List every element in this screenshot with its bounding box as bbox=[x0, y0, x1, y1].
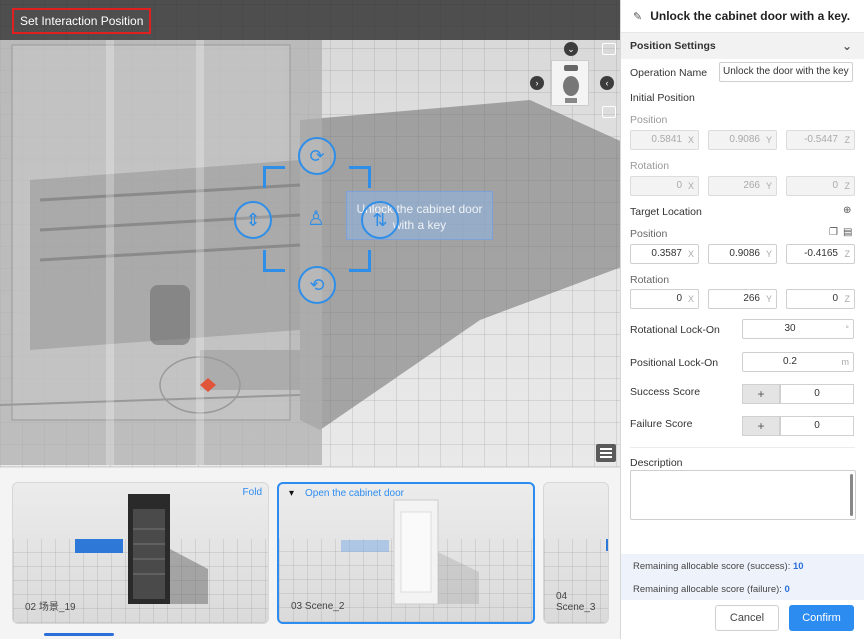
operation-name-label: Operation Name bbox=[630, 67, 708, 79]
cancel-button[interactable]: Cancel bbox=[715, 605, 779, 631]
card-label-tag bbox=[606, 539, 608, 551]
head-icon bbox=[563, 65, 579, 103]
section-title: Position Settings bbox=[630, 40, 716, 52]
initial-position-x: 0.5841 X bbox=[630, 130, 699, 150]
scene-card-active[interactable]: ▾ Open the cabinet door 03 Scene_2 bbox=[277, 482, 535, 624]
scene-card[interactable]: 04 Scene_3 bbox=[543, 482, 609, 624]
center-hand-icon[interactable]: ♙ bbox=[307, 206, 325, 231]
cabinet-model bbox=[0, 40, 322, 465]
positional-lock-input[interactable]: 0.2 m bbox=[742, 352, 854, 372]
description-label: Description bbox=[630, 457, 683, 469]
caret-down-icon[interactable]: ▾ bbox=[289, 488, 294, 499]
scrollbar[interactable] bbox=[850, 474, 853, 516]
chevron-right-icon[interactable]: › bbox=[530, 76, 544, 90]
chevron-left-icon[interactable]: ‹ bbox=[600, 76, 614, 90]
copy-icon[interactable]: ❐ bbox=[829, 227, 838, 238]
initial-position-sub-label: Position bbox=[630, 114, 668, 126]
rotational-lock-label: Rotational Lock-On bbox=[630, 324, 720, 336]
target-icon[interactable]: ⊕ bbox=[843, 205, 851, 216]
avatar-preview[interactable] bbox=[551, 60, 589, 106]
strip-scrollbar[interactable] bbox=[44, 633, 114, 636]
target-position-label: Position bbox=[630, 228, 668, 240]
list-icon[interactable] bbox=[596, 444, 616, 462]
target-rotation-z[interactable]: 0Z bbox=[786, 289, 855, 309]
rotational-lock-input[interactable]: 30 ° bbox=[742, 319, 854, 339]
scene-card[interactable]: Fold 02 场景_19 bbox=[12, 482, 269, 624]
gizmo-bracket-br bbox=[349, 250, 371, 272]
success-score-label: Success Score bbox=[630, 386, 701, 398]
remaining-failure-row: Remaining allocable score (failure): 0 bbox=[633, 584, 790, 595]
card-label-tag bbox=[75, 539, 123, 553]
gizmo-bracket-tl bbox=[263, 166, 285, 188]
target-position-z[interactable]: -0.4165 Z bbox=[786, 244, 855, 264]
viewport-title: Set Interaction Position bbox=[12, 8, 152, 34]
scene-caption: 02 场景_19 bbox=[25, 602, 76, 613]
rotate-handle[interactable]: ⟳ bbox=[298, 137, 336, 175]
chevron-down-icon[interactable]: ⌄ bbox=[564, 42, 578, 56]
grid-icon[interactable] bbox=[602, 106, 616, 118]
paste-icon[interactable]: ▤ bbox=[843, 227, 852, 238]
gizmo-bracket-bl bbox=[263, 250, 285, 272]
chevron-down-icon[interactable]: ⌄ bbox=[842, 39, 852, 53]
viewport-topbar: Set Interaction Position bbox=[0, 0, 620, 40]
fold-button[interactable]: Fold bbox=[243, 487, 262, 498]
initial-rotation-x: 0X bbox=[630, 176, 699, 196]
section-position-settings[interactable]: Position Settings ⌄ bbox=[621, 33, 864, 59]
divider bbox=[630, 447, 855, 448]
target-rotation-label: Rotation bbox=[630, 274, 670, 286]
success-score-plus-button[interactable]: + bbox=[742, 384, 780, 404]
panel-title: Unlock the cabinet door with a key. bbox=[650, 9, 851, 23]
initial-position-y: 0.9086 Y bbox=[708, 130, 777, 150]
failure-score-input[interactable]: 0 bbox=[780, 416, 854, 436]
failure-score-label: Failure Score bbox=[630, 418, 693, 430]
vertical-handle[interactable]: ⇕ bbox=[234, 201, 272, 239]
target-icon[interactable] bbox=[602, 43, 616, 55]
description-textarea[interactable] bbox=[630, 470, 856, 520]
target-position-x[interactable]: 0.3587 X bbox=[630, 244, 699, 264]
target-location-label: Target Location bbox=[630, 206, 702, 218]
positional-lock-label: Positional Lock-On bbox=[630, 357, 719, 369]
initial-rotation-z: 0Z bbox=[786, 176, 855, 196]
depth-handle[interactable]: ⇅ bbox=[361, 201, 399, 239]
scene-viewport[interactable]: Set Interaction Position ⌄ › ‹ Unlock th… bbox=[0, 0, 620, 467]
properties-panel: ✎ Unlock the cabinet door with a key. Po… bbox=[620, 0, 864, 639]
panel-header: ✎ Unlock the cabinet door with a key. bbox=[621, 0, 864, 33]
initial-rotation-y: 266 Y bbox=[708, 176, 777, 196]
success-score-input[interactable]: 0 bbox=[780, 384, 854, 404]
scene-caption: 04 Scene_3 bbox=[556, 591, 596, 613]
initial-position-label: Initial Position bbox=[630, 92, 695, 104]
card-label-tag bbox=[341, 540, 389, 552]
failure-score-plus-button[interactable]: + bbox=[742, 416, 780, 436]
confirm-button[interactable]: Confirm bbox=[789, 605, 854, 631]
turn-handle[interactable]: ⟲ bbox=[298, 266, 336, 304]
remaining-success-row: Remaining allocable score (success): 10 bbox=[633, 561, 804, 572]
initial-position-z: -0.5447 Z bbox=[786, 130, 855, 150]
target-rotation-x[interactable]: 0X bbox=[630, 289, 699, 309]
gizmo-bracket-tr bbox=[349, 166, 371, 188]
scene-strip: Fold 02 场景_19 ▾ Open the cabinet door 03… bbox=[0, 467, 620, 639]
target-rotation-y[interactable]: 266 Y bbox=[708, 289, 777, 309]
operation-name-input[interactable]: Unlock the door with the key bbox=[719, 62, 853, 82]
pencil-icon[interactable]: ✎ bbox=[633, 10, 642, 23]
cabinet-thumbnail bbox=[393, 499, 479, 605]
target-position-y[interactable]: 0.9086 Y bbox=[708, 244, 777, 264]
initial-rotation-label: Rotation bbox=[630, 160, 670, 172]
scene-caption: 03 Scene_2 bbox=[291, 601, 345, 612]
cabinet-thumbnail bbox=[128, 494, 208, 604]
remaining-score-box: Remaining allocable score (success): 10 … bbox=[621, 554, 864, 600]
